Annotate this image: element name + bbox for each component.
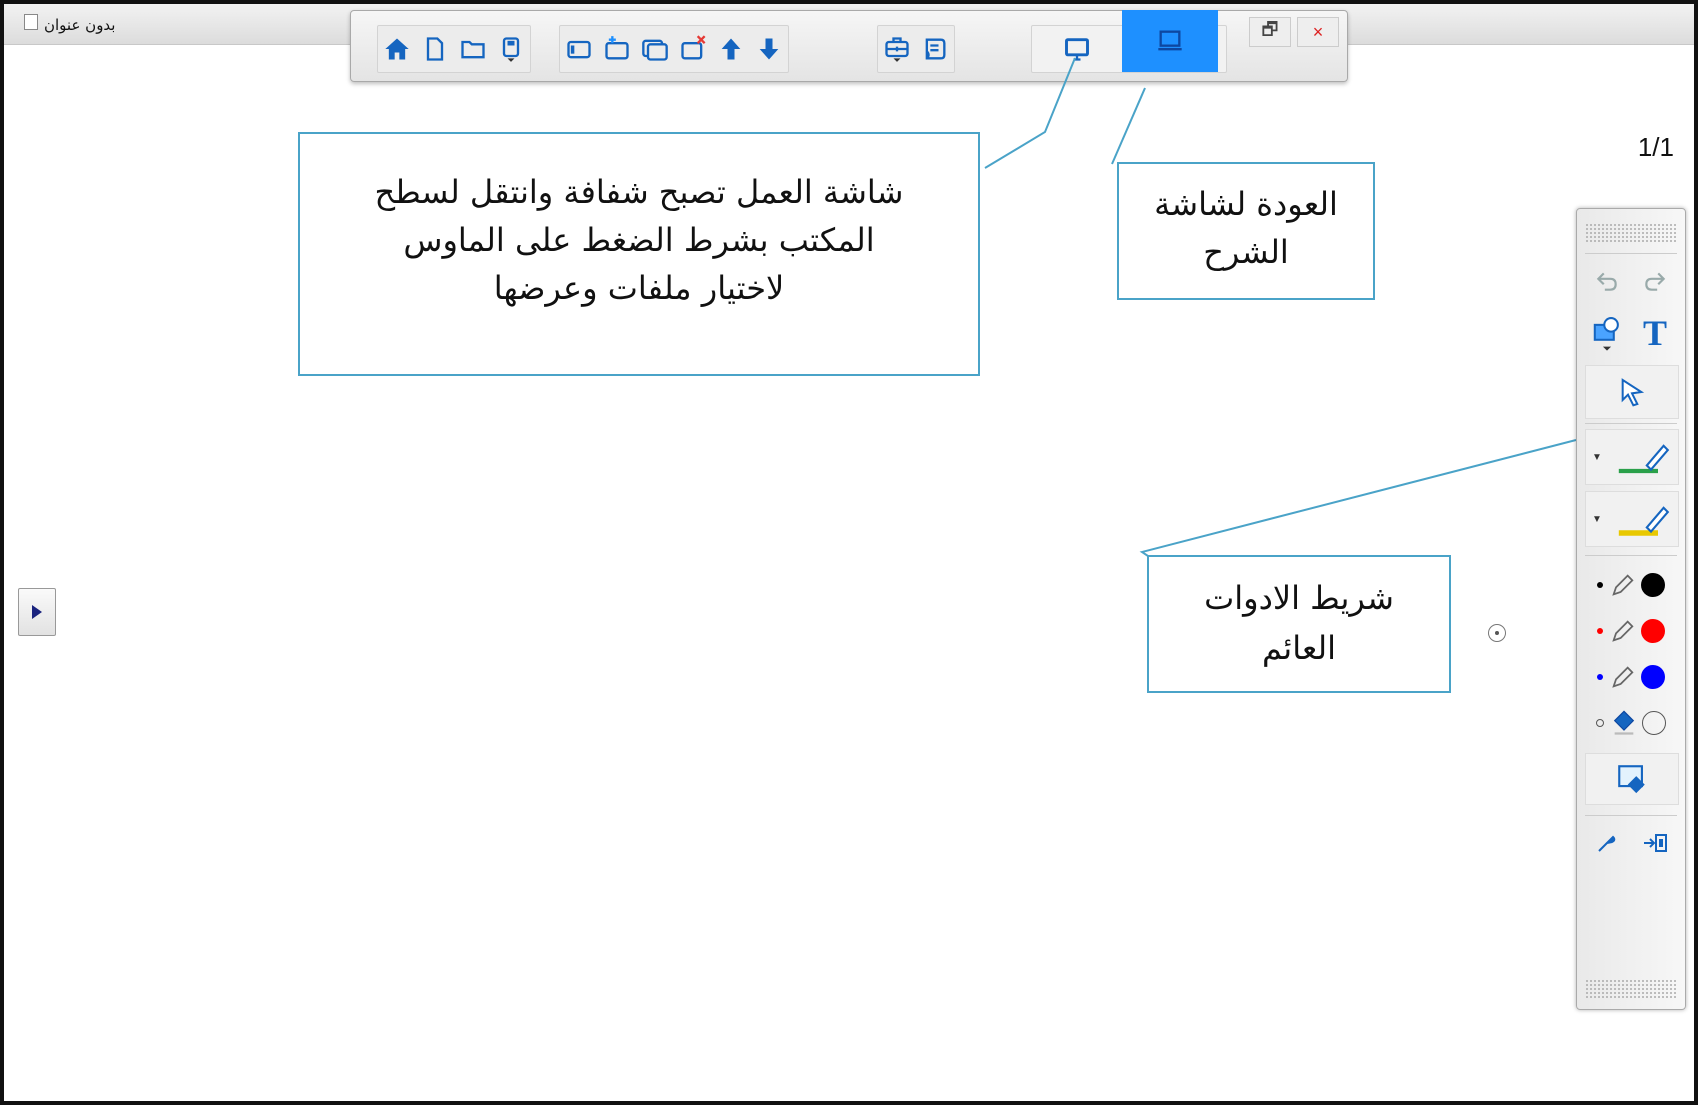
highlighter-yellow-button[interactable]: ▼ xyxy=(1585,491,1679,547)
document-title: بدون عنوان xyxy=(44,16,116,34)
desktop-mode-callout: شاشة العمل تصبح شفافة وانتقل لسطح المكتب… xyxy=(298,132,980,376)
redo-icon[interactable] xyxy=(1633,259,1677,303)
page-group xyxy=(559,25,789,73)
arrow-down-icon[interactable] xyxy=(750,27,788,71)
file-group xyxy=(377,25,531,73)
callout-line: شاشة العمل تصبح شفافة وانتقل لسطح xyxy=(374,173,904,211)
tools-group xyxy=(877,25,955,73)
add-page-icon[interactable] xyxy=(598,27,636,71)
play-arrow-icon xyxy=(32,605,42,619)
save-icon[interactable] xyxy=(492,27,530,71)
page-indicator: 1/1 xyxy=(1637,132,1674,162)
pen-red-button[interactable] xyxy=(1585,611,1677,651)
new-page-icon[interactable] xyxy=(416,27,454,71)
callout-line: المكتب بشرط الضغط على الماوس xyxy=(403,221,875,259)
undo-icon[interactable] xyxy=(1585,259,1629,303)
eraser-button[interactable] xyxy=(1585,703,1677,743)
callout-line: شريط الادوات xyxy=(1204,579,1394,617)
callout-line: العودة لشاشة xyxy=(1154,185,1338,223)
callout-line: لاختيار ملفات وعرضها xyxy=(493,269,785,307)
dock-toolbar-icon[interactable] xyxy=(1633,823,1677,863)
mode-group xyxy=(1031,10,1227,73)
dropdown-arrow-icon: ▼ xyxy=(1592,451,1602,463)
cursor-target-icon xyxy=(1488,624,1506,642)
callout-line: العائم xyxy=(1261,629,1337,667)
pencil-icon xyxy=(1612,666,1634,688)
home-icon[interactable] xyxy=(378,27,416,71)
shapes-icon[interactable] xyxy=(1585,309,1629,357)
fill-tool-button[interactable] xyxy=(1585,753,1679,805)
callout-line: الشرح xyxy=(1203,233,1289,271)
floating-toolbar-callout: شريط الادوات العائم xyxy=(1147,555,1451,693)
highlighter-green-button[interactable]: ▼ xyxy=(1585,429,1679,485)
open-folder-icon[interactable] xyxy=(454,27,492,71)
highlighter-pen-icon xyxy=(1618,506,1670,536)
close-button[interactable]: × xyxy=(1297,17,1339,47)
gallery-icon[interactable] xyxy=(916,27,954,71)
text-tool-icon[interactable]: T xyxy=(1633,309,1677,357)
pin-icon[interactable] xyxy=(1585,823,1629,863)
board-mode-icon[interactable] xyxy=(1122,10,1218,72)
desktop-mode-icon[interactable] xyxy=(1032,27,1122,71)
toolbox-icon[interactable] xyxy=(878,27,916,71)
restore-button[interactable]: 🗗 xyxy=(1249,17,1291,47)
grip-handle-bottom[interactable] xyxy=(1585,979,1677,999)
pen-blue-button[interactable] xyxy=(1585,657,1677,697)
eraser-icon xyxy=(1613,710,1635,735)
pen-black-button[interactable] xyxy=(1585,565,1677,605)
grip-handle-top[interactable] xyxy=(1585,223,1677,243)
highlighter-pen-icon xyxy=(1618,444,1670,474)
pencil-icon xyxy=(1612,620,1634,642)
expand-sidebar-button[interactable] xyxy=(18,588,56,636)
select-pointer-icon[interactable] xyxy=(1585,365,1679,419)
document-icon xyxy=(24,14,38,30)
page-sorter-icon[interactable] xyxy=(560,27,598,71)
floating-toolbar: T ▼ ▼ xyxy=(1576,208,1686,1010)
back-to-board-callout: العودة لشاشة الشرح xyxy=(1117,162,1375,300)
window-controls: 🗗 × xyxy=(1249,17,1339,47)
pencil-icon xyxy=(1612,574,1634,596)
main-toolbar: 🗗 × xyxy=(350,10,1348,82)
duplicate-page-icon[interactable] xyxy=(636,27,674,71)
fill-bucket-icon xyxy=(1618,765,1645,794)
delete-page-icon[interactable] xyxy=(674,27,712,71)
arrow-up-icon[interactable] xyxy=(712,27,750,71)
dropdown-arrow-icon: ▼ xyxy=(1592,513,1602,525)
